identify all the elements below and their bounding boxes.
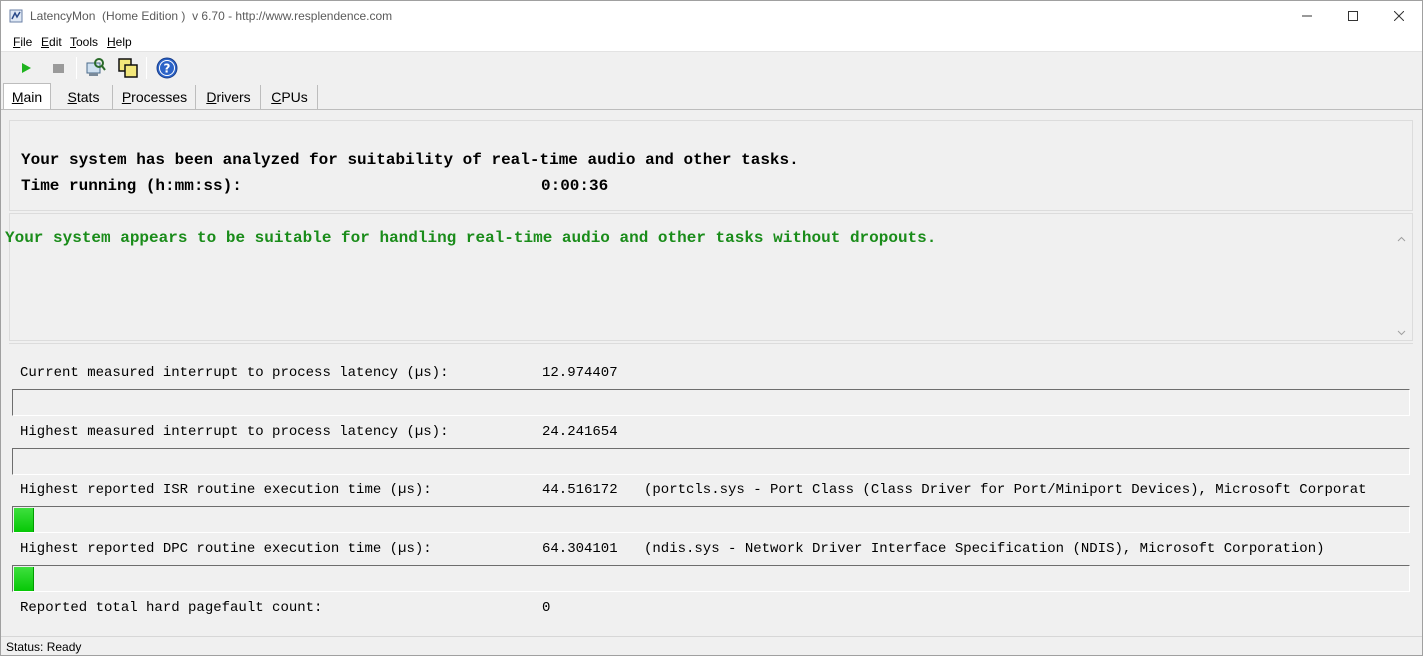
- help-button[interactable]: ?: [155, 56, 179, 80]
- svg-text:?: ?: [164, 62, 171, 76]
- pagefault-value: 0: [542, 600, 551, 616]
- current-latency-bar: [12, 389, 1410, 416]
- start-button[interactable]: [14, 56, 38, 80]
- tab-drivers[interactable]: Drivers: [197, 85, 261, 109]
- menu-bar: File Edit Tools Help: [1, 32, 1422, 52]
- verdict-scrollbar[interactable]: [1393, 231, 1410, 341]
- highest-latency-label: Highest measured interrupt to process la…: [20, 424, 449, 440]
- highest-latency-value: 24.241654: [542, 424, 618, 440]
- current-latency-value: 12.974407: [542, 365, 618, 381]
- analysis-message: Your system has been analyzed for suitab…: [21, 151, 799, 169]
- maximize-button[interactable]: [1330, 1, 1376, 31]
- dpc-driver: (ndis.sys - Network Driver Interface Spe…: [644, 541, 1325, 557]
- menu-help[interactable]: Help: [107, 35, 132, 49]
- app-icon: [9, 9, 23, 23]
- latencymon-window: LatencyMon (Home Edition ) v 6.70 - http…: [0, 0, 1423, 656]
- menu-tools[interactable]: Tools: [70, 35, 98, 49]
- tab-cpus[interactable]: C PUs: [262, 85, 318, 109]
- minimize-button[interactable]: [1284, 1, 1330, 31]
- maximize-icon: [1348, 11, 1358, 21]
- windows-button[interactable]: [116, 56, 140, 80]
- toolbar: ?: [1, 52, 1422, 84]
- isr-value: 44.516172: [542, 482, 618, 498]
- close-icon: [1394, 11, 1404, 21]
- time-running-value: 0:00:36: [541, 177, 609, 195]
- current-latency-label: Current measured interrupt to process la…: [20, 365, 449, 381]
- highest-latency-bar: [12, 448, 1410, 475]
- tab-strip: Main Stats Processes Drivers C PUs: [1, 83, 1422, 109]
- status-bar: Status: Ready: [1, 636, 1422, 655]
- isr-driver: (portcls.sys - Port Class (Class Driver …: [644, 482, 1367, 498]
- tab-main[interactable]: Main: [3, 83, 51, 109]
- menu-edit[interactable]: Edit: [41, 35, 62, 49]
- toolbar-separator: [146, 57, 147, 79]
- scroll-up-icon[interactable]: [1397, 235, 1406, 244]
- status-text: Status: Ready: [6, 640, 82, 654]
- analyze-icon: [86, 58, 106, 76]
- menu-file[interactable]: File: [13, 35, 32, 49]
- verdict-message: Your system appears to be suitable for h…: [5, 229, 937, 247]
- dpc-bar-fill: [14, 567, 34, 591]
- pagefault-label: Reported total hard pagefault count:: [20, 600, 323, 616]
- tab-stats[interactable]: Stats: [55, 85, 113, 109]
- title-bar[interactable]: LatencyMon (Home Edition ) v 6.70 - http…: [1, 1, 1422, 32]
- summary-panel: Your system has been analyzed for suitab…: [9, 120, 1413, 211]
- dpc-bar: [12, 565, 1410, 592]
- analyze-button[interactable]: [84, 56, 108, 80]
- stop-icon: [53, 64, 64, 73]
- tab-processes[interactable]: Processes: [114, 85, 196, 109]
- dpc-label: Highest reported DPC routine execution t…: [20, 541, 432, 557]
- isr-bar-fill: [14, 508, 34, 532]
- close-button[interactable]: [1376, 1, 1422, 31]
- isr-label: Highest reported ISR routine execution t…: [20, 482, 432, 498]
- dpc-value: 64.304101: [542, 541, 618, 557]
- play-icon: [22, 63, 31, 73]
- minimize-icon: [1302, 15, 1312, 17]
- time-running-label: Time running (h:mm:ss):: [21, 177, 242, 195]
- toolbar-separator: [76, 57, 77, 79]
- isr-bar: [12, 506, 1410, 533]
- window-title: LatencyMon (Home Edition ) v 6.70 - http…: [30, 9, 393, 23]
- scroll-down-icon[interactable]: [1397, 328, 1406, 337]
- main-tab-content: Your system has been analyzed for suitab…: [1, 109, 1422, 636]
- help-icon: ?: [156, 57, 178, 79]
- stop-button[interactable]: [46, 56, 70, 80]
- windows-icon: [118, 58, 138, 78]
